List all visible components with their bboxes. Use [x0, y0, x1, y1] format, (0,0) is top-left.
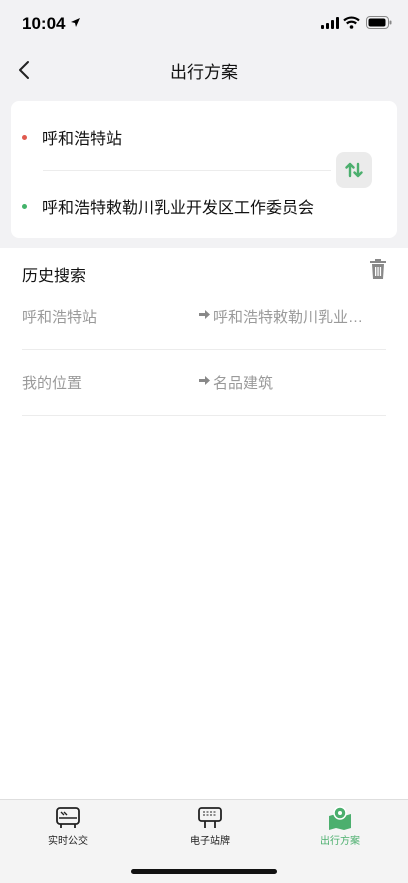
- swap-icon: [345, 162, 363, 178]
- stop-sign-icon: [198, 807, 222, 828]
- history-to: 名品建筑: [213, 375, 274, 392]
- trash-icon[interactable]: [369, 259, 387, 279]
- start-location-text: 呼和浩特站: [42, 131, 123, 148]
- history-from: 呼和浩特站: [22, 309, 98, 326]
- history-from: 我的位置: [22, 375, 83, 392]
- end-location-field[interactable]: 呼和浩特敕勒川乳业开发区工作委员会: [11, 181, 331, 231]
- cellular-signal-icon: [321, 17, 339, 29]
- route-input-card: 呼和浩特站 呼和浩特敕勒川乳业开发区工作委员会: [11, 101, 397, 238]
- history-to: 呼和浩特敕勒川乳业…: [213, 309, 364, 326]
- swap-locations-button[interactable]: [336, 152, 372, 188]
- tab-electronic-stop[interactable]: 电子站牌: [165, 806, 255, 850]
- history-item[interactable]: 我的位置 名品建筑: [22, 350, 386, 416]
- route-divider: [43, 170, 331, 171]
- history-title: 历史搜索: [22, 268, 87, 285]
- location-arrow-icon: [71, 18, 80, 27]
- bus-icon: [56, 807, 80, 828]
- tab-label: 实时公交: [48, 836, 88, 847]
- page-title: 出行方案: [170, 63, 238, 82]
- tab-realtime-bus[interactable]: 实时公交: [23, 806, 113, 850]
- navigation-bar: 出行方案: [0, 48, 408, 92]
- arrow-right-icon: [199, 310, 210, 319]
- history-item[interactable]: 呼和浩特站 呼和浩特敕勒川乳业…: [22, 284, 386, 350]
- arrow-right-icon: [199, 376, 210, 385]
- history-section: 历史搜索 呼和浩特站 呼和浩特敕勒川乳业… 我的位置 名品建筑: [0, 248, 408, 799]
- tab-label: 出行方案: [320, 836, 360, 847]
- end-dot-icon: [22, 203, 27, 209]
- map-pin-icon: [329, 806, 351, 830]
- home-indicator: [131, 869, 277, 874]
- tab-travel-plan[interactable]: 出行方案: [295, 806, 385, 850]
- status-bar: 10:04: [0, 0, 408, 48]
- start-dot-icon: [22, 134, 27, 140]
- battery-icon: [366, 16, 392, 29]
- wifi-icon: [343, 16, 360, 29]
- end-location-text: 呼和浩特敕勒川乳业开发区工作委员会: [42, 200, 315, 217]
- status-time: 10:04: [22, 14, 66, 33]
- start-location-field[interactable]: 呼和浩特站: [11, 112, 331, 162]
- tab-label: 电子站牌: [190, 836, 230, 847]
